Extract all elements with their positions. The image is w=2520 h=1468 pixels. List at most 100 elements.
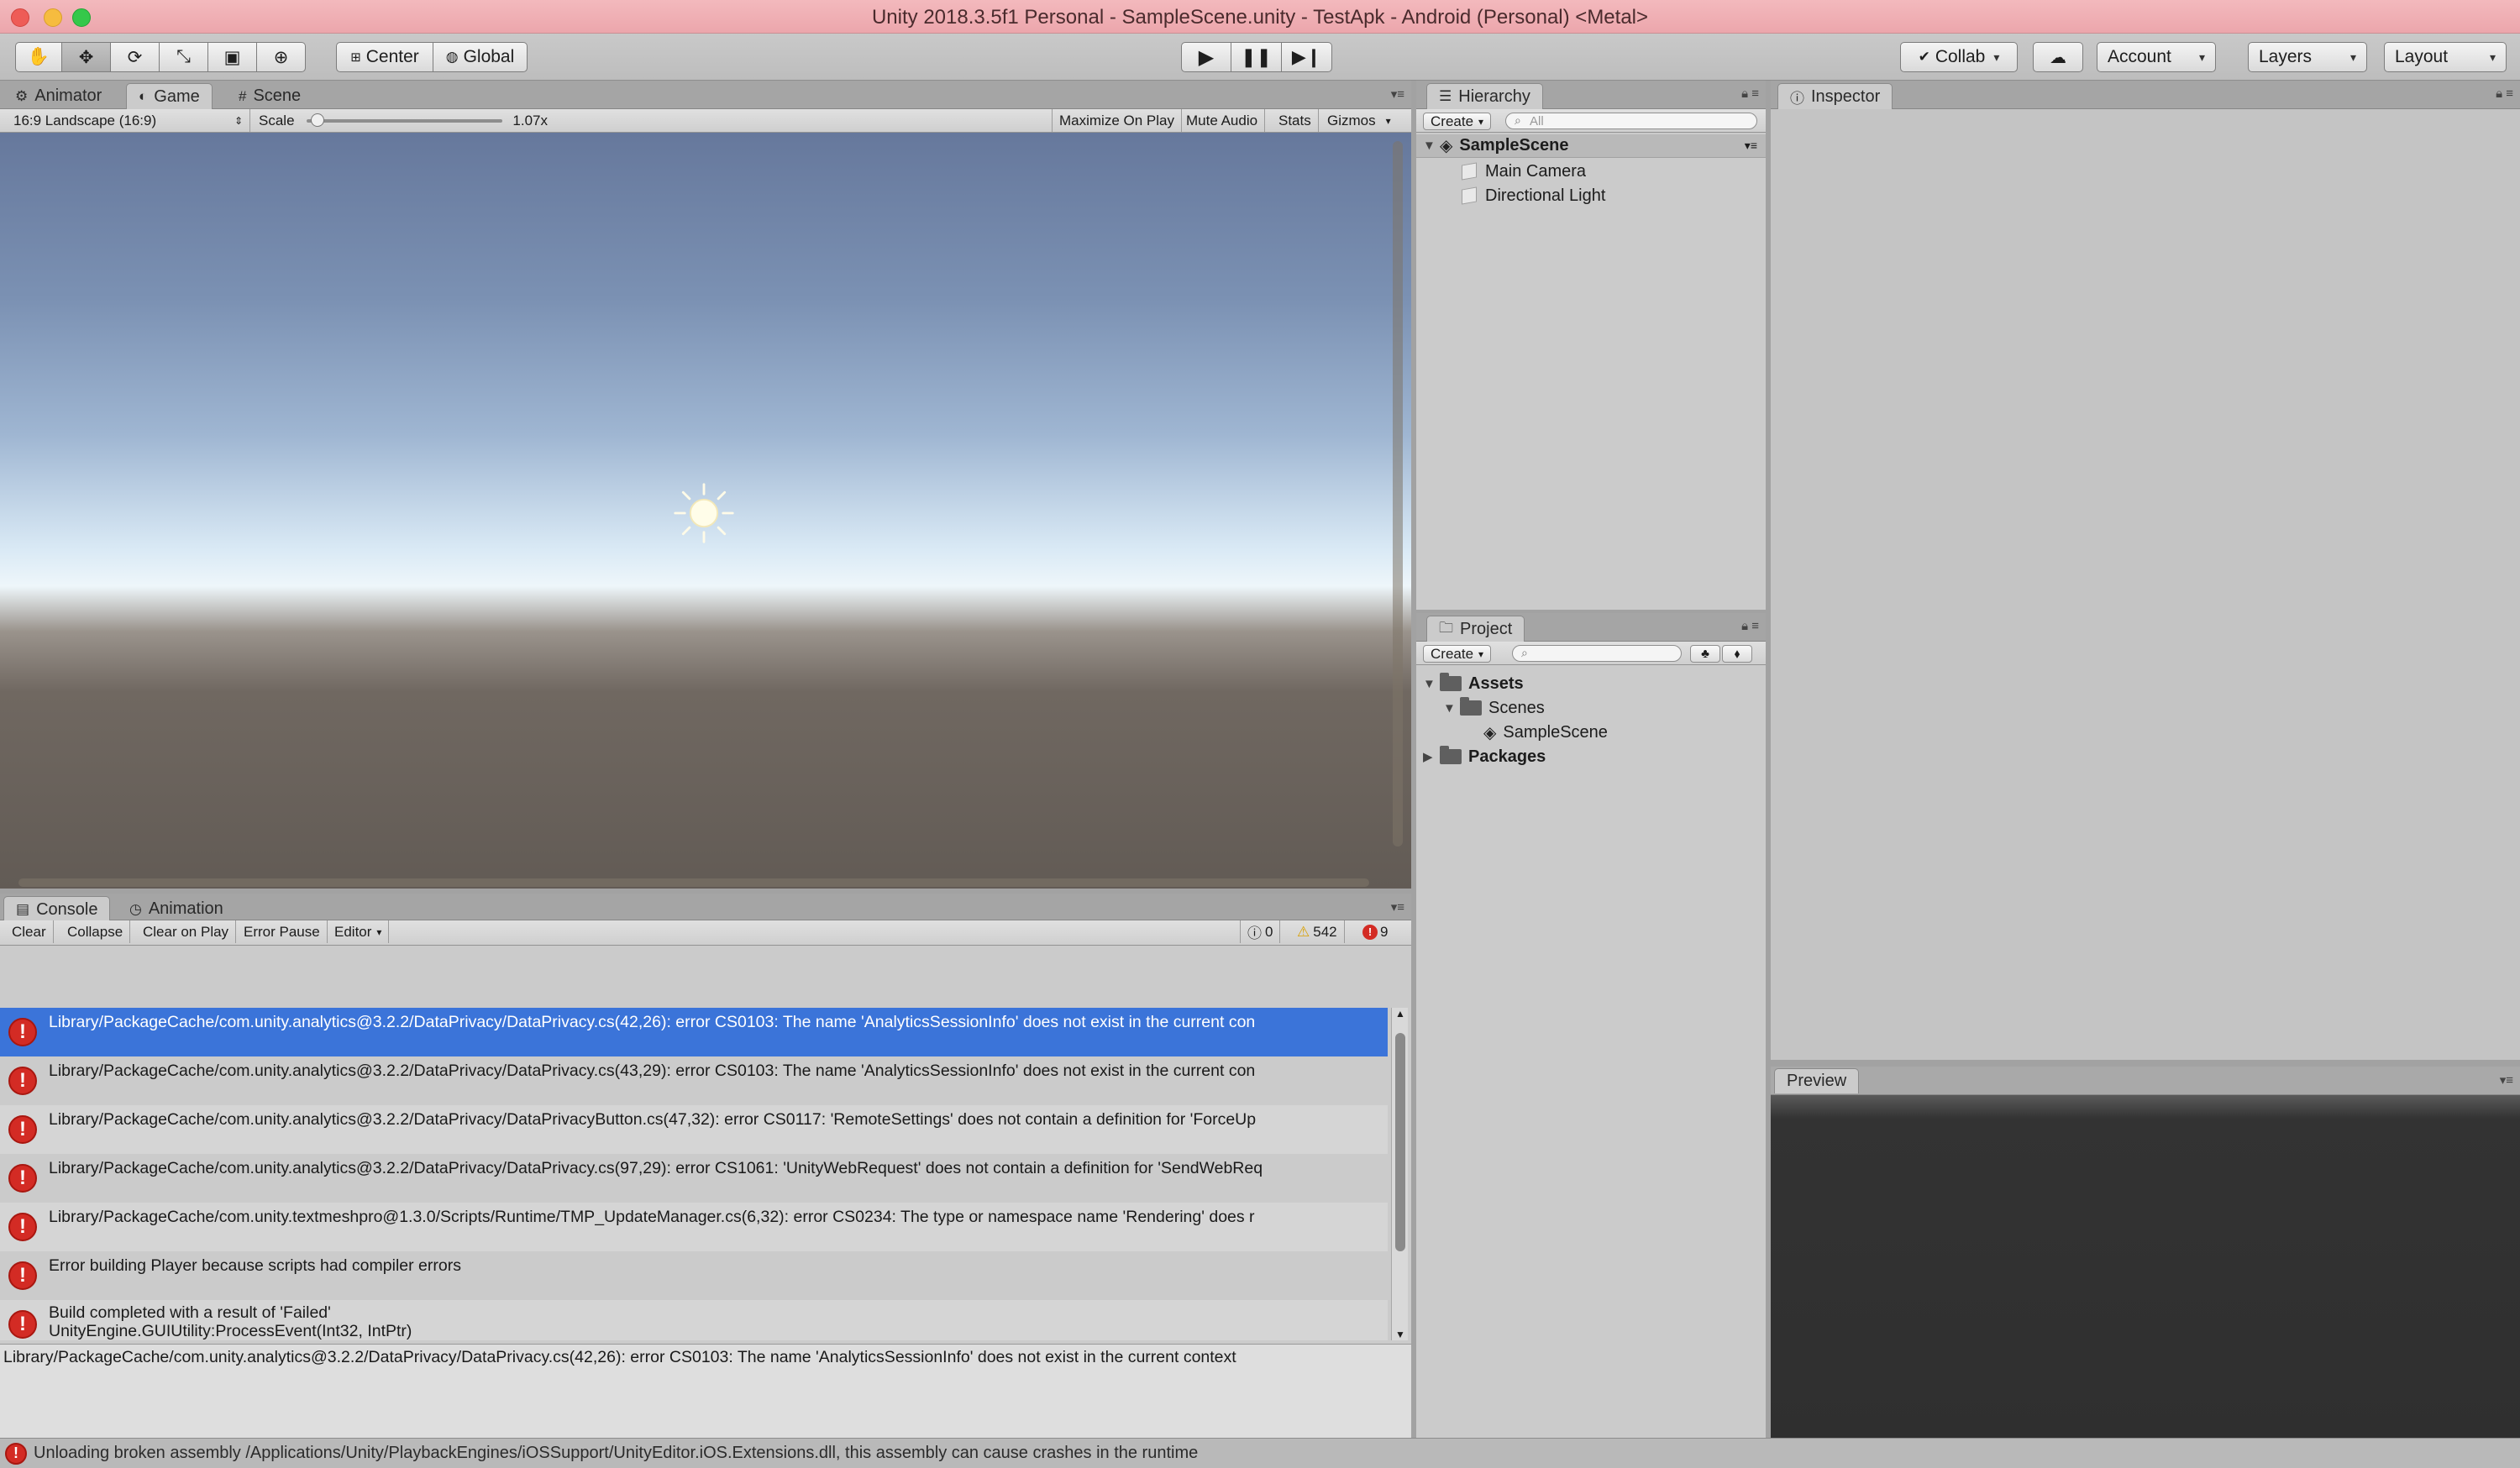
tab-hierarchy[interactable]: ☰ Hierarchy [1426, 83, 1543, 109]
scale-tool-button[interactable]: ⤡ [160, 42, 208, 72]
folder-icon [1460, 697, 1482, 716]
folder-row-packages[interactable]: ▶ Packages [1423, 745, 1546, 768]
console-vertical-scrollbar[interactable]: ▲ ▼ [1391, 1008, 1408, 1340]
pivot-controls: ⊞ Center ◍ Global [336, 42, 528, 72]
folder-row-scenes[interactable]: ▼ Scenes [1443, 696, 1545, 720]
console-log-text: Error building Player because scripts ha… [49, 1251, 461, 1275]
scene-menu-icon[interactable]: ▾≡ [1745, 139, 1757, 153]
scroll-down-icon[interactable]: ▼ [1395, 1329, 1405, 1340]
console-log-row[interactable]: ! Library/PackageCache/com.unity.textmesh… [0, 1203, 1388, 1251]
tab-console[interactable]: ▤ Console [3, 896, 111, 922]
stats-toggle[interactable]: Stats [1272, 109, 1319, 132]
console-log-row[interactable]: ! Library/PackageCache/com.unity.analytic… [0, 1008, 1388, 1056]
cloud-button[interactable]: ☁ [2033, 42, 2083, 72]
mute-audio-toggle[interactable]: Mute Audio [1179, 109, 1266, 132]
pivot-icon: ⊞ [350, 50, 361, 65]
layers-label: Layers [2259, 47, 2313, 66]
move-icon: ✥ [78, 47, 94, 67]
rect-tool-button[interactable]: ▣ [208, 42, 257, 72]
expand-triangle-icon[interactable]: ▼ [1423, 139, 1440, 153]
tab-inspector[interactable]: ⓘ Inspector [1777, 83, 1893, 109]
info-filter-toggle[interactable]: ⓘ 0 [1240, 920, 1281, 943]
cloud-icon: ☁ [2050, 48, 2066, 67]
layers-dropdown[interactable]: Layers ▾ [2248, 42, 2367, 72]
info-icon: ⓘ [1790, 90, 1804, 107]
hierarchy-item[interactable]: Directional Light [1462, 184, 1605, 207]
list-icon: ☰ [1439, 88, 1452, 104]
console-log-stacktrace: UnityEngine.GUIUtility:ProcessEvent(Int3… [49, 1322, 412, 1340]
gizmos-dropdown[interactable]: Gizmos ▾ [1320, 109, 1398, 132]
status-bar[interactable]: ! Unloading broken assembly /Application… [0, 1438, 2520, 1468]
editor-dropdown[interactable]: Editor ▾ [328, 920, 390, 943]
clear-on-play-button[interactable]: Clear on Play [136, 920, 237, 943]
expand-triangle-icon[interactable]: ▼ [1443, 701, 1460, 716]
filter-by-type-button[interactable]: ♣ [1690, 645, 1720, 663]
scale-slider[interactable] [306, 113, 503, 127]
chevron-down-icon: ▾ [1385, 114, 1391, 127]
step-button[interactable]: ▶❙ [1282, 42, 1332, 72]
console-log-line: Error building Player because scripts ha… [49, 1256, 461, 1275]
tab-preview[interactable]: Preview [1774, 1068, 1860, 1093]
console-log-row[interactable]: ! Library/PackageCache/com.unity.analytic… [0, 1056, 1388, 1105]
expand-triangle-icon[interactable]: ▼ [1423, 677, 1440, 691]
hand-tool-button[interactable]: ✋ [15, 42, 62, 72]
project-search-input[interactable]: ⌕ [1512, 645, 1682, 662]
game-viewport[interactable] [0, 133, 1411, 889]
scene-row[interactable]: ▼ ◈ SampleScene ▾≡ [1416, 134, 1766, 158]
pause-button[interactable]: ❚❚ [1231, 42, 1282, 72]
console-scroll-thumb[interactable] [1395, 1033, 1405, 1251]
account-label: Account [2108, 47, 2171, 66]
console-log-row[interactable]: ! Build completed with a result of 'Faile… [0, 1300, 1388, 1340]
collab-dropdown[interactable]: ✔ Collab ▾ [1900, 42, 2018, 72]
tab-scene[interactable]: # Scene [227, 83, 312, 109]
scale-slider-thumb[interactable] [310, 113, 324, 127]
rotate-tool-button[interactable]: ⟳ [111, 42, 160, 72]
asset-row-samplescene[interactable]: ◈ SampleScene [1483, 721, 1608, 744]
updown-icon: ⇕ [234, 114, 243, 127]
game-view-horizontal-scrollbar[interactable] [18, 878, 1369, 887]
clear-button[interactable]: Clear [5, 920, 54, 943]
console-log-row[interactable]: ! Library/PackageCache/com.unity.analytic… [0, 1154, 1388, 1203]
hierarchy-search-input[interactable]: ⌕ All [1505, 113, 1757, 129]
play-button[interactable]: ▶ [1181, 42, 1231, 72]
filter-by-label-button[interactable]: ⬧ [1722, 645, 1752, 663]
project-create-dropdown[interactable]: Create ▾ [1423, 645, 1492, 663]
folder-row-assets[interactable]: ▼ Assets [1423, 672, 1524, 695]
project-toolbar: Create ▾ ⌕ ♣ ⬧ [1416, 642, 1766, 665]
console-log-row[interactable]: ! Library/PackageCache/com.unity.analytic… [0, 1105, 1388, 1154]
move-tool-button[interactable]: ✥ [62, 42, 111, 72]
hierarchy-item[interactable]: Main Camera [1462, 160, 1586, 183]
collapse-triangle-icon[interactable]: ▶ [1423, 749, 1440, 764]
project-panel: 🗀︎ Project 🔒︎ ≡ Create ▾ ⌕ ♣ ⬧ ▼ Assets … [1416, 613, 1766, 1438]
lock-icon[interactable]: 🔒︎ ≡ [1741, 619, 1759, 633]
pivot-mode-button[interactable]: ⊞ Center [336, 42, 433, 72]
layout-dropdown[interactable]: Layout ▾ [2384, 42, 2507, 72]
collapse-button[interactable]: Collapse [60, 920, 131, 943]
tab-animator[interactable]: ⚙ Animator [3, 83, 113, 109]
game-view-vertical-scrollbar[interactable] [1393, 141, 1403, 847]
error-filter-toggle[interactable]: ! 9 [1356, 920, 1394, 943]
warning-filter-toggle[interactable]: ⚠ 542 [1290, 920, 1345, 943]
lock-icon[interactable]: 🔒︎ ≡ [1741, 87, 1759, 101]
hierarchy-create-dropdown[interactable]: Create ▾ [1423, 113, 1492, 130]
transform-tool-button[interactable]: ⊕ [257, 42, 306, 72]
panel-menu-icon[interactable]: ▾≡ [1391, 87, 1404, 102]
pivot-rotation-button[interactable]: ◍ Global [433, 42, 528, 72]
maximize-on-play-toggle[interactable]: Maximize On Play [1052, 109, 1182, 132]
chevron-down-icon: ▾ [2349, 50, 2356, 64]
panel-menu-icon[interactable]: ▾≡ [1391, 899, 1404, 915]
console-log-row[interactable]: ! Error building Player because scripts h… [0, 1251, 1388, 1300]
aspect-dropdown[interactable]: 16:9 Landscape (16:9) ⇕ [7, 109, 250, 132]
panel-menu-icon[interactable]: ▾≡ [2500, 1072, 2513, 1088]
account-dropdown[interactable]: Account ▾ [2097, 42, 2216, 72]
lock-icon[interactable]: 🔒︎ ≡ [2496, 87, 2513, 101]
error-pause-button[interactable]: Error Pause [237, 920, 328, 943]
playmode-controls: ▶ ❚❚ ▶❙ [1181, 42, 1332, 72]
scroll-up-icon[interactable]: ▲ [1395, 1008, 1405, 1020]
chevron-down-icon: ▾ [1478, 115, 1484, 128]
tab-project[interactable]: 🗀︎ Project [1426, 616, 1525, 642]
tab-animation[interactable]: ◷ Animation [118, 896, 235, 922]
preview-viewport[interactable] [1771, 1095, 2520, 1438]
error-icon: ! [8, 1261, 37, 1290]
tab-game[interactable]: ◐ Game [126, 83, 213, 109]
